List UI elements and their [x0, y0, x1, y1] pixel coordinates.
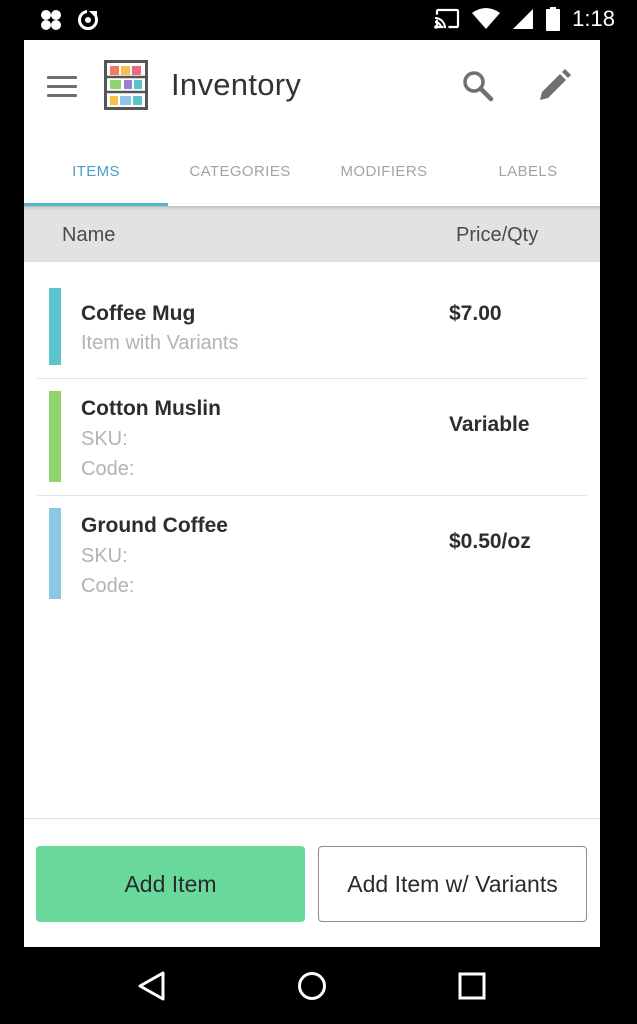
item-name: Ground Coffee — [81, 514, 228, 537]
recents-icon[interactable] — [455, 969, 489, 1003]
tab-labels[interactable]: LABELS — [456, 136, 600, 206]
status-time: 1:18 — [572, 6, 615, 31]
menu-icon[interactable] — [44, 70, 82, 104]
list-item[interactable]: Cotton Muslin SKU: Code: Variable — [24, 379, 600, 496]
column-header-price: Price/Qty — [456, 224, 539, 246]
app-screen: Inventory ITEMS CATEGORIES MODIFIERS LAB… — [24, 40, 600, 947]
item-name: Coffee Mug — [81, 302, 196, 325]
search-icon[interactable] — [460, 68, 496, 104]
item-price: $7.00 — [449, 302, 502, 325]
page-title: Inventory — [171, 67, 302, 102]
item-price: Variable — [449, 413, 530, 436]
add-item-variants-button[interactable]: Add Item w/ Variants — [318, 846, 587, 922]
tab-bar: ITEMS CATEGORIES MODIFIERS LABELS — [24, 136, 600, 206]
column-header-name: Name — [62, 224, 116, 246]
item-name: Cotton Muslin — [81, 397, 221, 420]
item-price: $0.50/oz — [449, 530, 531, 553]
edit-pencil-icon[interactable] — [536, 68, 572, 104]
battery-icon — [546, 7, 561, 31]
item-code: Code: — [81, 575, 135, 597]
tab-items[interactable]: ITEMS — [24, 136, 168, 206]
tab-categories[interactable]: CATEGORIES — [168, 136, 312, 206]
app-logo — [104, 60, 148, 110]
tab-modifiers[interactable]: MODIFIERS — [312, 136, 456, 206]
item-color-bar — [49, 508, 61, 599]
list-item[interactable]: Ground Coffee SKU: Code: $0.50/oz — [24, 496, 600, 613]
item-sku: SKU: — [81, 428, 128, 450]
clover-app-icon — [41, 10, 61, 30]
system-nav-bar — [0, 947, 637, 1024]
sync-icon — [78, 9, 98, 30]
wifi-icon — [472, 8, 501, 29]
item-color-bar — [49, 391, 61, 482]
item-color-bar — [49, 288, 61, 365]
list-item[interactable]: Coffee Mug Item with Variants $7.00 — [24, 262, 600, 379]
footer-actions: Add Item Add Item w/ Variants — [24, 818, 600, 947]
item-list: Coffee Mug Item with Variants $7.00 Cott… — [24, 262, 600, 613]
cast-icon — [434, 8, 460, 29]
item-subtitle: Item with Variants — [81, 332, 239, 354]
status-bar: 1:18 — [0, 0, 637, 40]
back-icon[interactable] — [135, 969, 169, 1003]
item-sku: SKU: — [81, 545, 128, 567]
table-header: Name Price/Qty — [24, 206, 600, 262]
toolbar: Inventory — [24, 40, 600, 136]
home-icon[interactable] — [295, 969, 329, 1003]
item-code: Code: — [81, 458, 135, 480]
cell-signal-icon — [513, 9, 534, 29]
add-item-button[interactable]: Add Item — [36, 846, 305, 922]
